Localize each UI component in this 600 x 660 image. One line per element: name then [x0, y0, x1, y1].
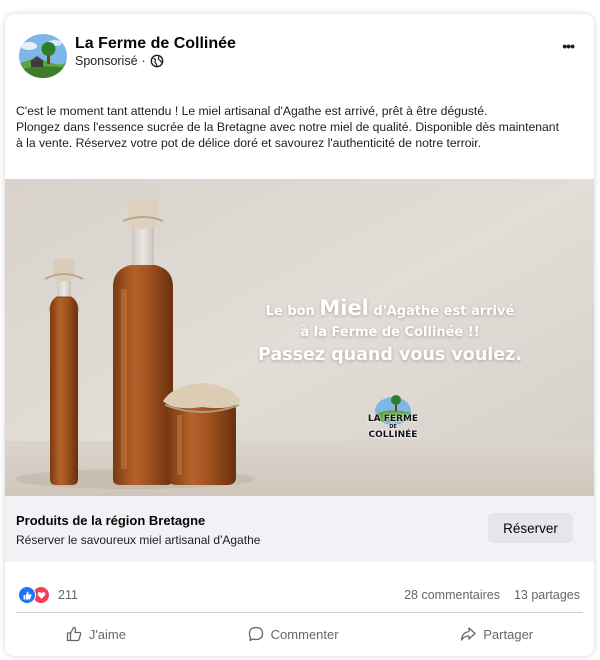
share-button[interactable]: Partager — [460, 626, 533, 642]
comment-label: Commenter — [270, 626, 339, 642]
meta-separator: · — [141, 54, 146, 68]
post-meta: Sponsorisé · — [75, 54, 164, 68]
overlay-line-1: Le bon Miel d'Agathe est arrivé — [240, 297, 540, 323]
overlay-line-1-big: Miel — [319, 296, 369, 320]
divider — [16, 612, 583, 613]
comment-button[interactable]: Commenter — [248, 626, 339, 642]
post-text-line: Plongez dans l'essence sucrée de la Bret… — [16, 120, 559, 134]
post-text: C'est le moment tant attendu ! Le miel a… — [16, 103, 581, 151]
image-overlay-text: Le bon Miel d'Agathe est arrivé à la Fer… — [240, 297, 540, 367]
overlay-line-1-post: d'Agathe est arrivé — [368, 304, 515, 319]
cta-subtitle: Réserver le savoureux miel artisanal d'A… — [16, 533, 261, 547]
globe-icon — [150, 54, 164, 68]
comments-count[interactable]: 28 commentaires — [404, 588, 500, 602]
overlay-line-1-pre: Le bon — [265, 304, 320, 319]
post-text-line: à la vente. Réservez votre pot de délice… — [16, 136, 482, 150]
cta-title: Produits de la région Bretagne — [16, 513, 206, 528]
post-actions: J'aime Commenter Partager — [5, 618, 594, 650]
farm-logo-icon — [19, 34, 67, 78]
like-label: J'aime — [88, 626, 126, 642]
reaction-count: 211 — [58, 588, 78, 602]
share-icon — [461, 627, 476, 641]
sponsored-post-card: La Ferme de Collinée Sponsorisé · ••• C'… — [5, 14, 594, 656]
like-button[interactable]: J'aime — [66, 626, 126, 642]
sponsored-label[interactable]: Sponsorisé — [75, 54, 138, 68]
reactions-summary[interactable]: 211 — [18, 586, 78, 604]
thumbs-up-icon — [66, 626, 82, 642]
logo-line-3: COLLINÉE — [368, 430, 418, 440]
post-text-line: C'est le moment tant attendu ! Le miel a… — [16, 104, 488, 118]
like-icon — [18, 586, 36, 604]
comment-icon — [248, 626, 263, 642]
call-to-action-bar[interactable]: Produits de la région Bretagne Réserver … — [5, 496, 594, 562]
overlay-line-3: Passez quand vous voulez. — [257, 345, 522, 365]
logo-line-1: LA FERME — [367, 414, 419, 424]
shares-count[interactable]: 13 partages — [514, 588, 580, 602]
page-name[interactable]: La Ferme de Collinée — [75, 35, 236, 53]
engagement-stats: 28 commentaires 13 partages — [404, 588, 580, 602]
post-image[interactable]: Le bon Miel d'Agathe est arrivé à la Fer… — [5, 179, 594, 496]
page-avatar[interactable] — [19, 34, 67, 78]
post-header: La Ferme de Collinée Sponsorisé · ••• — [5, 14, 594, 94]
more-options-icon[interactable]: ••• — [562, 38, 575, 54]
overlay-line-2: à la Ferme de Collinée !! — [300, 325, 480, 340]
reserve-button[interactable]: Réserver — [488, 513, 573, 543]
farm-logo-text: LA FERME DE COLLINÉE — [355, 414, 431, 440]
share-label: Partager — [483, 626, 534, 642]
